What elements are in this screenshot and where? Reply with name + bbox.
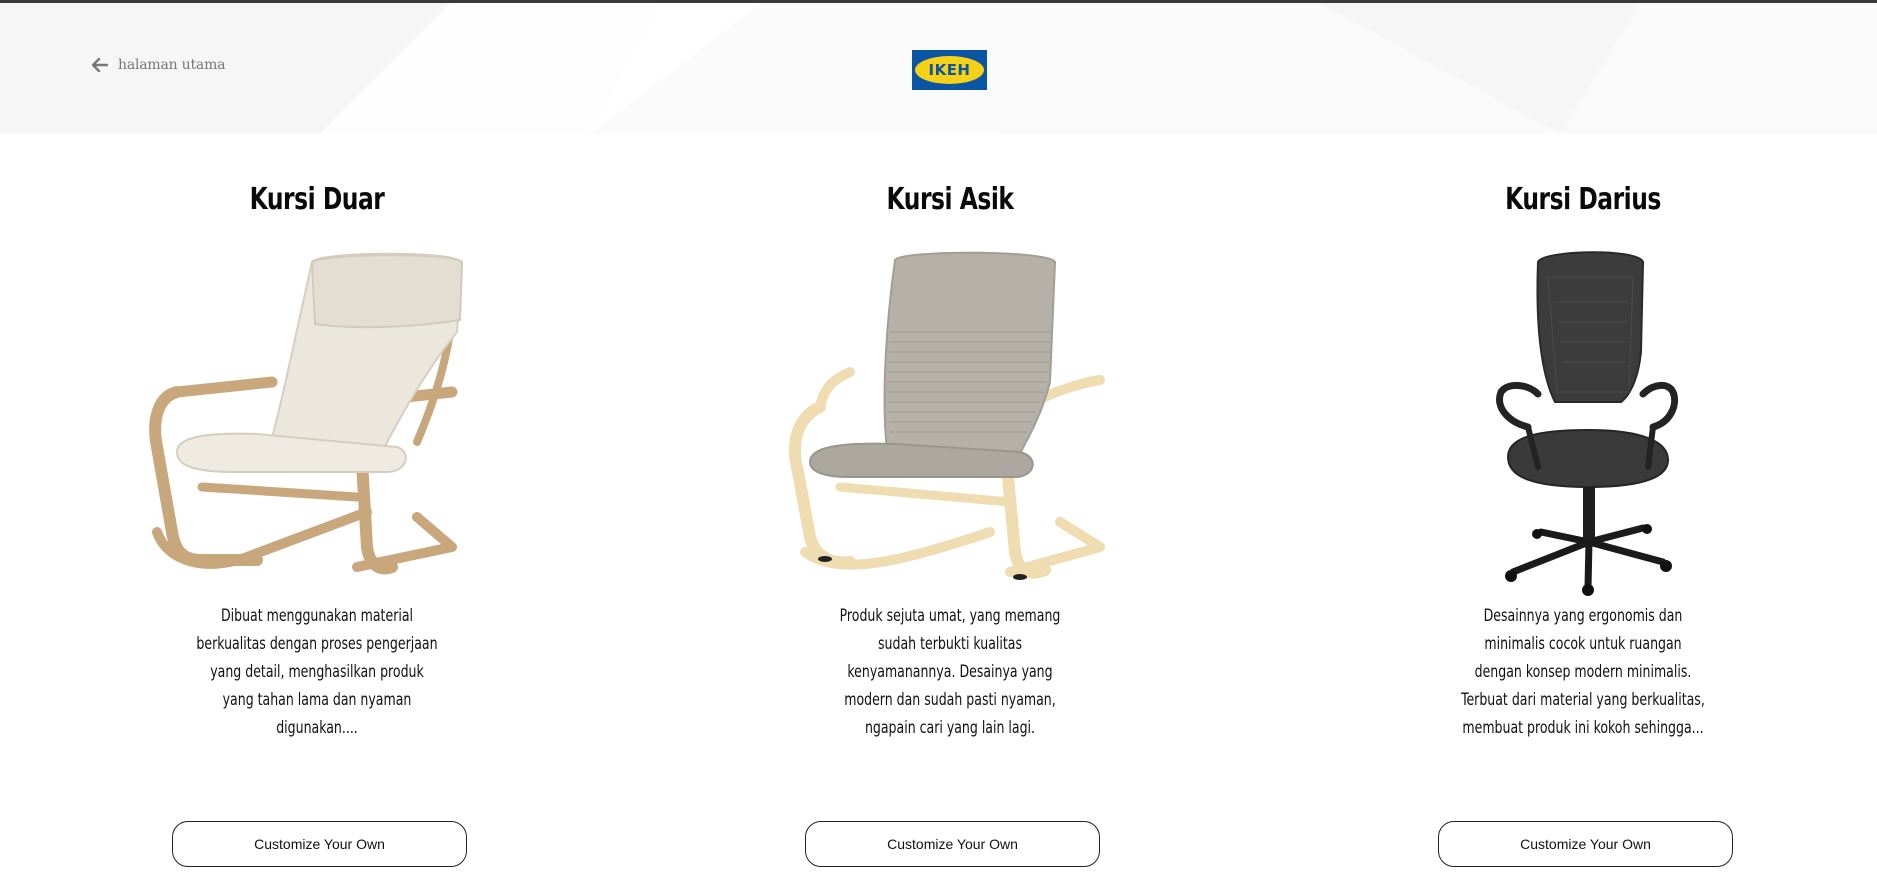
customize-button-duar[interactable]: Customize Your Own (172, 821, 467, 867)
product-title: Kursi Darius (1505, 182, 1661, 217)
product-card-asik: Kursi Asik Produk sejuta umat, yang mema… (690, 180, 1210, 867)
product-description: Dibuat menggunakan material berkualitas … (196, 606, 438, 738)
logo-text: IKEH (928, 61, 971, 79)
product-title: Kursi Asik (886, 182, 1014, 217)
header: halaman utama IKEH (0, 3, 1877, 134)
product-image (690, 232, 1210, 602)
customize-button-darius[interactable]: Customize Your Own (1438, 821, 1733, 867)
back-link-label: halaman utama (118, 57, 226, 73)
product-title: Kursi Duar (249, 182, 385, 217)
office-chair-black-icon (1496, 251, 1679, 596)
customize-button-asik[interactable]: Customize Your Own (805, 821, 1100, 867)
product-description: Desainnya yang ergonomis dan minimalis c… (1461, 606, 1705, 738)
product-card-darius: Kursi Darius Desainnya yang ergonomis da… (1323, 180, 1843, 867)
product-image (1323, 232, 1843, 602)
logo[interactable]: IKEH (912, 50, 987, 90)
arrow-left-icon (92, 58, 108, 72)
logo-oval: IKEH (915, 56, 984, 84)
armchair-grey-icon (789, 251, 1105, 580)
product-image (57, 232, 577, 602)
armchair-beige-icon (149, 252, 464, 575)
back-link[interactable]: halaman utama (92, 57, 225, 73)
product-card-duar: Kursi Duar Dibuat menggunakan material b… (57, 180, 577, 867)
product-description: Produk sejuta umat, yang memang sudah te… (839, 606, 1061, 738)
